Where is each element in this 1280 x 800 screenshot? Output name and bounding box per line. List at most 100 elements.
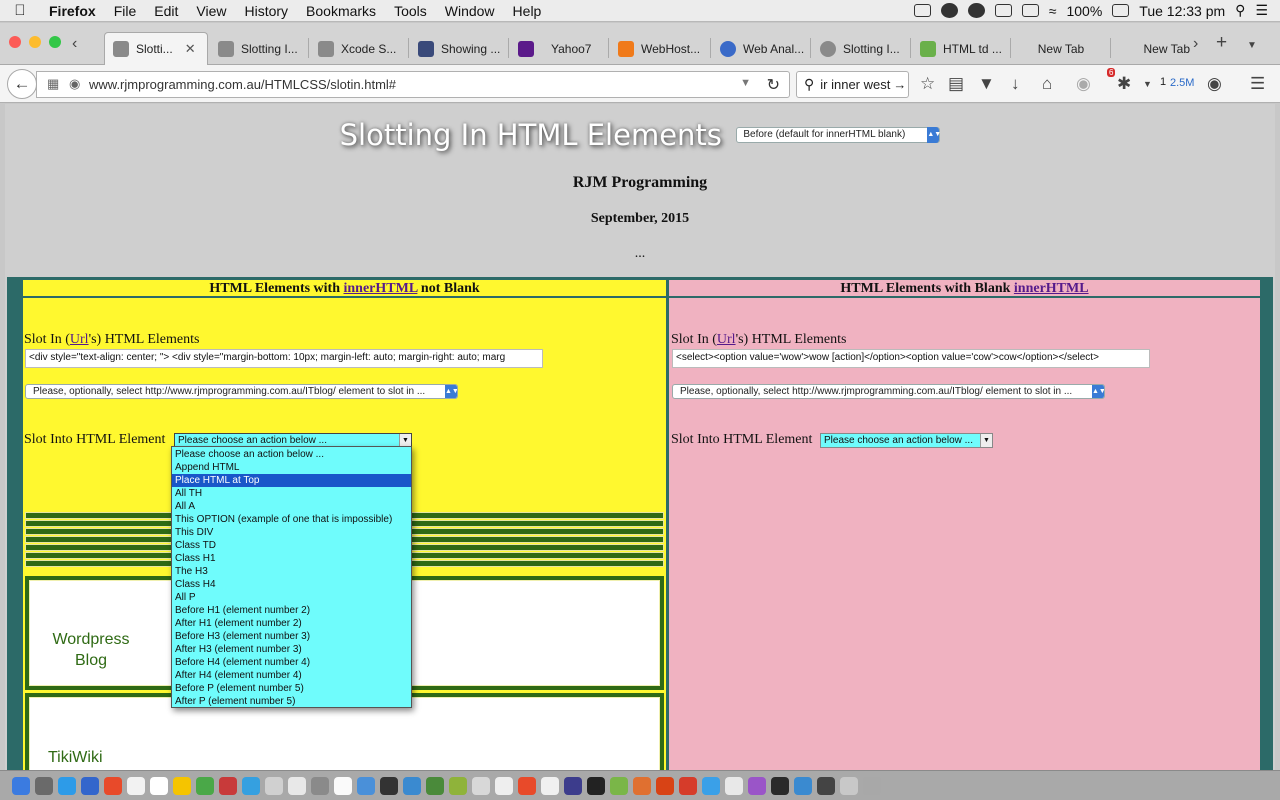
right-action-select[interactable]: Please choose an action below ... ▼ (820, 433, 993, 448)
dock-app-icon[interactable] (495, 776, 513, 795)
airplay-icon[interactable] (1021, 4, 1039, 17)
tab-slotting-3[interactable]: Slotting I... (812, 32, 910, 65)
dropdown-option-highlighted[interactable]: Place HTML at Top (172, 474, 411, 487)
bookmarks-menu-icon[interactable]: ▤ (948, 74, 964, 94)
innerhtml-link[interactable]: innerHTML (1014, 281, 1089, 296)
tab-showing[interactable]: Showing ... (410, 32, 508, 65)
site-info-icon[interactable]: ◉ (69, 76, 80, 92)
back-button[interactable]: ← (7, 69, 37, 99)
dock-app-icon[interactable] (472, 776, 490, 795)
dock-app-icon[interactable] (587, 776, 605, 795)
dropdown-option[interactable]: After H1 (element number 2) (172, 617, 411, 630)
dock-app-icon[interactable] (35, 776, 53, 795)
close-tab-icon[interactable]: ✕ (185, 41, 196, 57)
dock-app-icon[interactable] (794, 776, 812, 795)
home-icon[interactable]: ⌂ (1042, 74, 1052, 94)
dock-app-icon[interactable] (725, 776, 743, 795)
dropdown-option[interactable]: Before H4 (element number 4) (172, 656, 411, 669)
tab-slotting-active[interactable]: Slotti... ✕ (104, 32, 208, 65)
dock-app-icon[interactable] (196, 776, 214, 795)
url-dropdown-icon[interactable]: ▼ (740, 77, 751, 89)
dock-app-icon[interactable] (311, 776, 329, 795)
menu-view[interactable]: View (187, 3, 235, 19)
dock-app-icon[interactable] (265, 776, 283, 795)
battery-icon[interactable] (1112, 4, 1130, 17)
dock-app-icon[interactable] (173, 776, 191, 795)
apple-menu-icon[interactable]:  (0, 2, 40, 19)
dropdown-option[interactable]: Class H1 (172, 552, 411, 565)
menu-app-name[interactable]: Firefox (40, 3, 105, 19)
tab-web-analytics[interactable]: Web Anal... (712, 32, 810, 65)
menu-edit[interactable]: Edit (145, 3, 187, 19)
dock-app-icon[interactable] (679, 776, 697, 795)
search-bar[interactable]: ⚲ ir inner west → (796, 71, 909, 98)
dropdown-option[interactable]: All TH (172, 487, 411, 500)
url-link[interactable]: Url (70, 332, 89, 347)
menu-tools[interactable]: Tools (385, 3, 436, 19)
download-size[interactable]: 2.5M (1170, 77, 1194, 89)
url-bar[interactable]: ▦ ◉ www.rjmprogramming.com.au/HTMLCSS/sl… (36, 71, 790, 98)
dock-app-icon[interactable] (380, 776, 398, 795)
zoom-window-button[interactable] (49, 36, 61, 48)
dock-app-icon[interactable] (242, 776, 260, 795)
dropdown-option[interactable]: The H3 (172, 565, 411, 578)
dock-app-icon[interactable] (633, 776, 651, 795)
dropdown-option[interactable]: This DIV (172, 526, 411, 539)
open-menu-icon[interactable]: ☰ (1250, 74, 1265, 94)
dock-app-icon[interactable] (817, 776, 835, 795)
dock-app-icon[interactable] (518, 776, 536, 795)
addon-icon[interactable]: ✱ (1117, 74, 1131, 94)
tabs-scroll-right-icon[interactable]: › (1193, 35, 1198, 53)
privacy-icon[interactable] (940, 3, 958, 18)
position-select[interactable]: Before (default for innerHTML blank) ▲▼ (736, 127, 941, 143)
dropdown-option[interactable]: After P (element number 5) (172, 695, 411, 708)
clock[interactable]: Tue 12:33 pm (1139, 3, 1225, 19)
search-go-icon[interactable]: → (893, 77, 906, 92)
dock-app-icon[interactable] (656, 776, 674, 795)
dock-app-icon[interactable] (748, 776, 766, 795)
dropdown-option[interactable]: All A (172, 500, 411, 513)
innerhtml-link[interactable]: innerHTML (344, 281, 418, 296)
dock-app-icon[interactable] (288, 776, 306, 795)
tab-html-td[interactable]: HTML td ... (912, 32, 1010, 65)
dock-app-icon[interactable] (541, 776, 559, 795)
action-dropdown-list[interactable]: Please choose an action below ... Append… (171, 446, 412, 708)
right-element-select[interactable]: Please, optionally, select http://www.rj… (672, 384, 1105, 399)
menu-file[interactable]: File (105, 3, 146, 19)
tab-new-1[interactable]: New Tab (1012, 32, 1110, 65)
dropdown-option[interactable]: This OPTION (example of one that is impo… (172, 513, 411, 526)
dropdown-option[interactable]: All P (172, 591, 411, 604)
dock-app-icon[interactable] (81, 776, 99, 795)
dock-app-icon[interactable] (702, 776, 720, 795)
spotlight-icon[interactable]: ⚲ (1235, 2, 1245, 19)
dock-app-icon[interactable] (771, 776, 789, 795)
dropdown-option[interactable]: Class H4 (172, 578, 411, 591)
wifi-icon[interactable]: ≈ (1049, 3, 1057, 19)
tab-yahoo7[interactable]: Yahoo7 (510, 32, 608, 65)
history-icon[interactable]: ▦ (47, 76, 59, 92)
dock-app-icon[interactable] (863, 776, 881, 795)
dock-app-icon[interactable] (219, 776, 237, 795)
tabs-scroll-left-icon[interactable]: ‹ (72, 35, 77, 53)
left-element-select[interactable]: Please, optionally, select http://www.rj… (25, 384, 458, 399)
dock-app-icon[interactable] (357, 776, 375, 795)
tab-webhost[interactable]: WebHost... (610, 32, 710, 65)
dropdown-option[interactable]: Append HTML (172, 461, 411, 474)
bookmark-star-icon[interactable]: ☆ (920, 74, 935, 94)
url-link[interactable]: Url (717, 332, 736, 347)
wordpress-blog-link[interactable]: Wordpress Blog (46, 629, 136, 671)
dock-app-icon[interactable] (104, 776, 122, 795)
downloads-icon[interactable]: ↓ (1011, 74, 1020, 94)
tab-xcode[interactable]: Xcode S... (310, 32, 408, 65)
minimize-window-button[interactable] (29, 36, 41, 48)
pocket-icon[interactable]: ▼ (978, 74, 995, 94)
dock-app-icon[interactable] (840, 776, 858, 795)
dock-app-icon[interactable] (334, 776, 352, 795)
url-text[interactable]: www.rjmprogramming.com.au/HTMLCSS/slotin… (89, 77, 396, 92)
reload-icon[interactable]: ↻ (767, 75, 780, 95)
close-window-button[interactable] (9, 36, 21, 48)
new-tab-button[interactable]: + (1216, 32, 1227, 54)
sync-icon[interactable]: ◉ (1076, 74, 1091, 94)
dock-app-icon[interactable] (426, 776, 444, 795)
left-html-input[interactable]: <div style="text-align: center; "> <div … (25, 349, 543, 368)
